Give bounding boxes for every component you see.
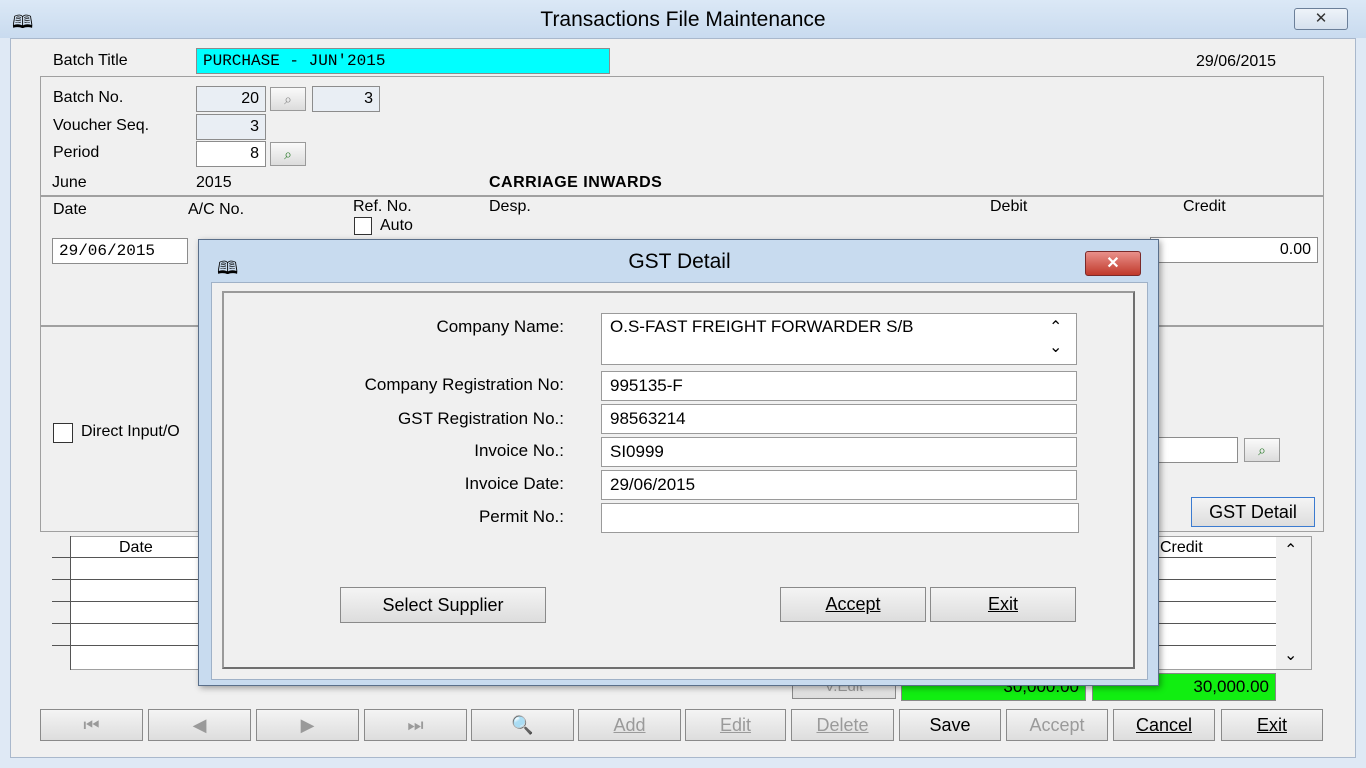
invoice-date-label: Invoice Date:	[464, 474, 564, 493]
edit-button[interactable]: Edit	[685, 709, 786, 741]
grid-col-credit: Credit	[1160, 539, 1203, 556]
month-label: June	[52, 174, 87, 191]
company-name-field[interactable]: O.S-FAST FREIGHT FORWARDER S/B	[601, 313, 1077, 365]
auto-label: Auto	[380, 217, 413, 234]
dialog-title: GST Detail	[628, 250, 731, 273]
voucher-seq-label: Voucher Seq.	[53, 117, 150, 134]
entry-date-field[interactable]: 29/06/2015	[52, 238, 188, 264]
select-supplier-button[interactable]: Select Supplier	[340, 587, 546, 623]
gst-reg-field[interactable]: 98563214	[601, 404, 1077, 434]
grid-col-date: Date	[119, 539, 153, 556]
auto-checkbox[interactable]	[354, 217, 372, 235]
first-record-button[interactable]: ⏮	[40, 709, 143, 741]
period-lookup-icon[interactable]: ⌕	[270, 142, 306, 166]
company-scroll-down-icon[interactable]: ⌄	[1049, 337, 1062, 357]
col-ref-no-label: Ref. No.	[353, 198, 412, 215]
window-title: Transactions File Maintenance	[540, 8, 826, 31]
batch-title-label: Batch Title	[53, 52, 128, 69]
year-label: 2015	[196, 174, 232, 191]
invoice-no-label: Invoice No.:	[474, 441, 564, 460]
window-close-button[interactable]: ✕	[1294, 8, 1348, 30]
direct-input-checkbox[interactable]	[53, 423, 73, 443]
company-name-label: Company Name:	[436, 317, 564, 336]
last-record-button[interactable]: ⏭	[364, 709, 467, 741]
dialog-close-button[interactable]: ✕	[1085, 251, 1141, 276]
find-button[interactable]: 🔍	[471, 709, 574, 741]
gst-detail-button[interactable]: GST Detail	[1191, 497, 1315, 527]
col-desp-label: Desp.	[489, 198, 531, 215]
period-label: Period	[53, 144, 100, 161]
company-reg-label: Company Registration No:	[364, 375, 564, 394]
gst-reg-label: GST Registration No.:	[398, 409, 564, 428]
cancel-button[interactable]: Cancel	[1113, 709, 1215, 741]
prev-record-button[interactable]: ◀	[148, 709, 251, 741]
scroll-up-icon[interactable]: ⌃	[1284, 540, 1297, 560]
period-field[interactable]: 8	[196, 141, 266, 167]
entry-credit-field[interactable]: 0.00	[1150, 237, 1318, 263]
col-ac-no-label: A/C No.	[188, 201, 245, 218]
gst-code-field[interactable]	[1150, 437, 1238, 463]
gst-detail-dialog: 🕮 GST Detail ✕ Company Name: O.S-FAST FR…	[198, 239, 1159, 686]
col-date-label: Date	[53, 201, 87, 218]
accept-button[interactable]: Accept	[1006, 709, 1108, 741]
col-debit-label: Debit	[990, 198, 1028, 215]
next-record-button[interactable]: ▶	[256, 709, 359, 741]
batch-no-label: Batch No.	[53, 89, 124, 106]
invoice-no-field[interactable]: SI0999	[601, 437, 1077, 467]
dialog-body: Company Name: O.S-FAST FREIGHT FORWARDER…	[211, 282, 1148, 680]
gst-code-lookup-icon[interactable]: ⌕	[1244, 438, 1280, 462]
batch-title-field[interactable]: PURCHASE - JUN'2015	[196, 48, 610, 74]
voucher-seq-field[interactable]: 3	[196, 114, 266, 140]
account-name: CARRIAGE INWARDS	[489, 174, 663, 191]
header-date: 29/06/2015	[1196, 53, 1277, 70]
batch-lookup-icon[interactable]: ⌕	[270, 87, 306, 111]
company-scroll-up-icon[interactable]: ⌃	[1049, 317, 1062, 337]
dialog-accept-button[interactable]: Accept	[780, 587, 926, 622]
direct-input-label: Direct Input/O	[81, 423, 180, 440]
dialog-frame: Company Name: O.S-FAST FREIGHT FORWARDER…	[222, 291, 1135, 669]
company-reg-field[interactable]: 995135-F	[601, 371, 1077, 401]
permit-no-field[interactable]	[601, 503, 1079, 533]
company-name-value: O.S-FAST FREIGHT FORWARDER S/B	[610, 317, 914, 336]
dialog-exit-button[interactable]: Exit	[930, 587, 1076, 622]
add-button[interactable]: Add	[578, 709, 681, 741]
exit-button[interactable]: Exit	[1221, 709, 1323, 741]
save-button[interactable]: Save	[899, 709, 1001, 741]
col-credit-label: Credit	[1183, 198, 1226, 215]
batch-no-field[interactable]: 20	[196, 86, 266, 112]
permit-no-label: Permit No.:	[478, 507, 564, 526]
batch-no-second-field[interactable]: 3	[312, 86, 380, 112]
invoice-date-field[interactable]: 29/06/2015	[601, 470, 1077, 500]
delete-button[interactable]: Delete	[791, 709, 894, 741]
scroll-down-icon[interactable]: ⌄	[1284, 645, 1297, 665]
